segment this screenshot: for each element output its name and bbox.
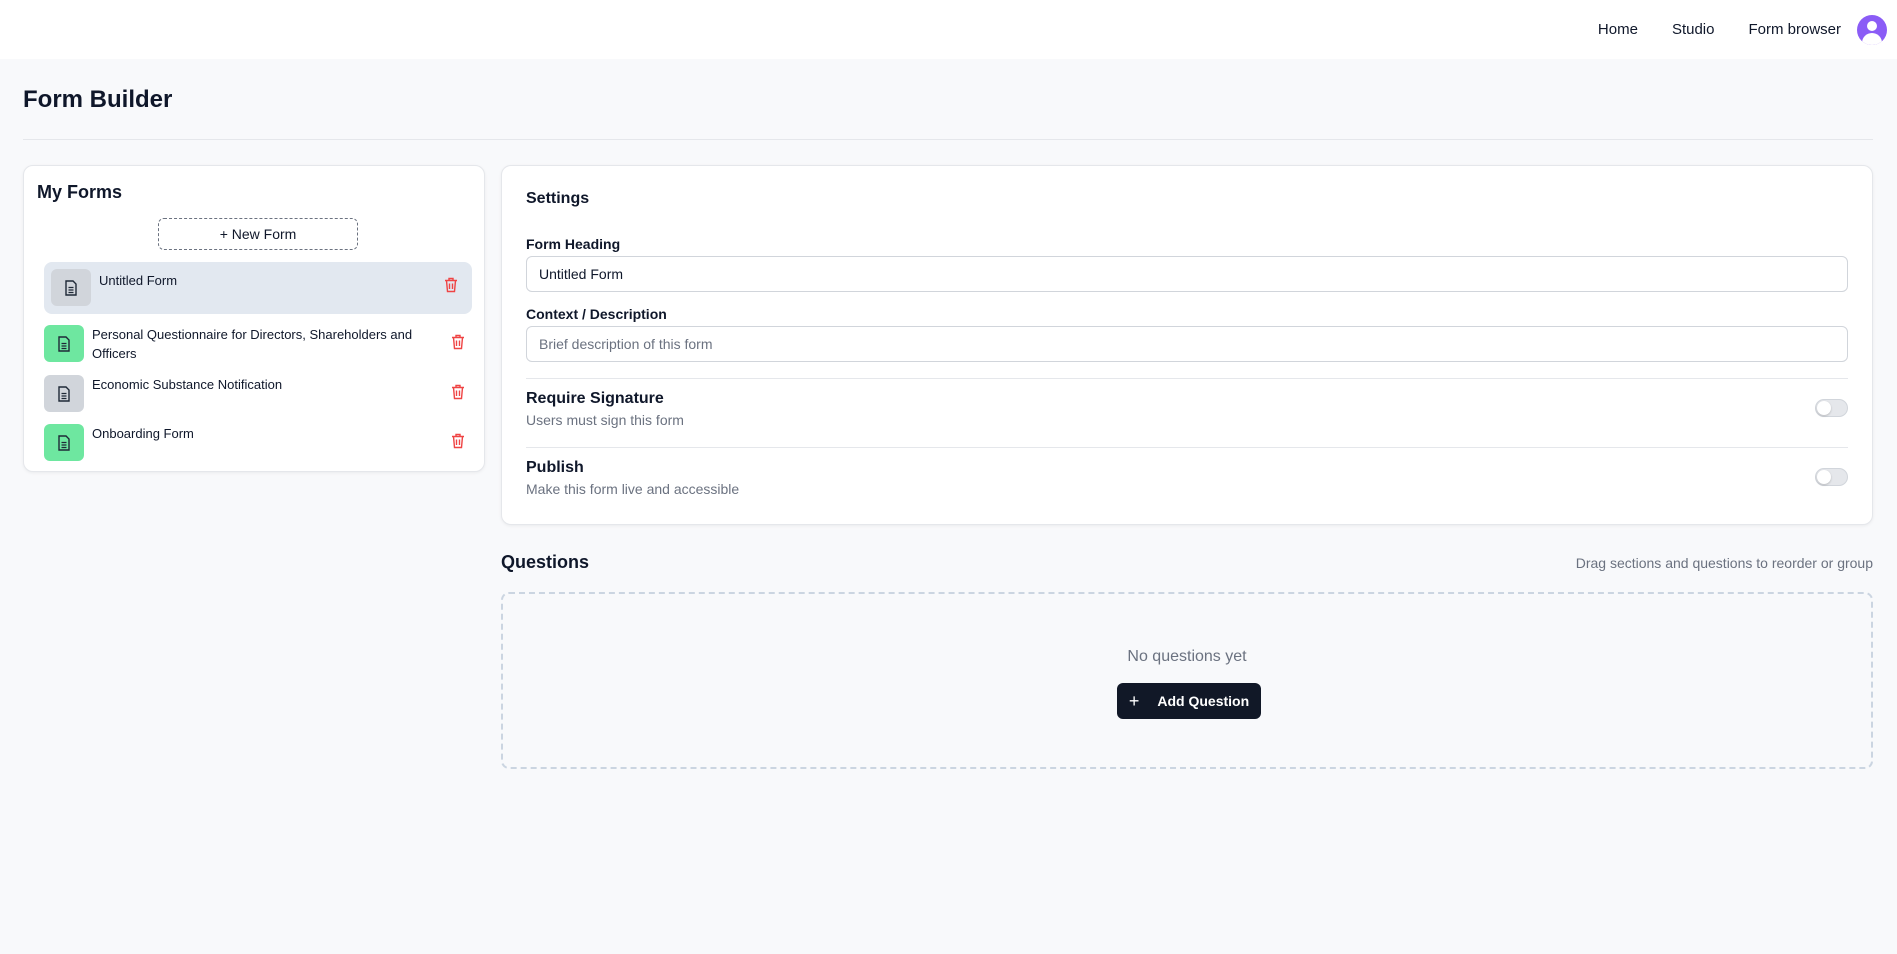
trash-icon[interactable] (451, 334, 465, 355)
document-icon (44, 375, 84, 412)
settings-divider (526, 447, 1848, 448)
form-list-item-personal-questionnaire[interactable]: Personal Questionnaire for Directors, Sh… (44, 325, 472, 365)
description-input[interactable] (526, 326, 1848, 362)
require-signature-toggle[interactable] (1815, 399, 1848, 417)
publish-title: Publish (526, 459, 584, 476)
top-navbar: Home Studio Form browser (0, 0, 1897, 59)
page-title: Form Builder (23, 86, 173, 113)
document-icon (44, 424, 84, 461)
title-divider (23, 139, 1873, 140)
trash-icon[interactable] (451, 384, 465, 405)
settings-divider (526, 378, 1848, 379)
questions-dropzone[interactable]: No questions yet + Add Question (501, 592, 1873, 769)
trash-icon[interactable] (451, 433, 465, 454)
nav-form-browser-link[interactable]: Form browser (1748, 21, 1841, 38)
my-forms-title: My Forms (37, 182, 123, 202)
questions-hint: Drag sections and questions to reorder o… (1575, 555, 1873, 571)
form-name: Economic Substance Notification (92, 377, 283, 392)
add-question-button[interactable]: + Add Question (1117, 683, 1261, 719)
document-icon (51, 269, 91, 306)
form-list-item-onboarding[interactable]: Onboarding Form (44, 424, 472, 464)
form-name: Onboarding Form (92, 426, 194, 441)
settings-panel: Settings Form Heading Context / Descript… (501, 165, 1873, 525)
new-form-button[interactable]: + New Form (158, 218, 358, 250)
questions-title: Questions (501, 552, 590, 572)
form-name: Untitled Form (99, 273, 178, 288)
document-icon (44, 325, 84, 362)
empty-questions-text: No questions yet (1127, 648, 1247, 665)
nav-home-link[interactable]: Home (1598, 21, 1638, 38)
settings-title: Settings (526, 190, 590, 207)
form-name: Personal Questionnaire for Directors, Sh… (92, 327, 413, 361)
my-forms-panel: My Forms + New Form Untitled Form Person… (23, 165, 485, 472)
description-label: Context / Description (526, 306, 667, 322)
add-question-label: Add Question (1157, 693, 1250, 709)
publish-toggle[interactable] (1815, 468, 1848, 486)
plus-icon: + (1128, 691, 1140, 711)
user-avatar-icon[interactable] (1857, 14, 1887, 45)
form-heading-input[interactable] (526, 256, 1848, 292)
form-list-item-untitled[interactable]: Untitled Form (44, 262, 472, 314)
form-list-item-economic-substance[interactable]: Economic Substance Notification (44, 375, 472, 415)
nav-studio-link[interactable]: Studio (1672, 21, 1715, 38)
require-signature-subtitle: Users must sign this form (526, 412, 684, 428)
require-signature-title: Require Signature (526, 390, 664, 407)
trash-icon[interactable] (444, 277, 458, 298)
form-heading-label: Form Heading (526, 236, 621, 252)
publish-subtitle: Make this form live and accessible (526, 481, 740, 497)
